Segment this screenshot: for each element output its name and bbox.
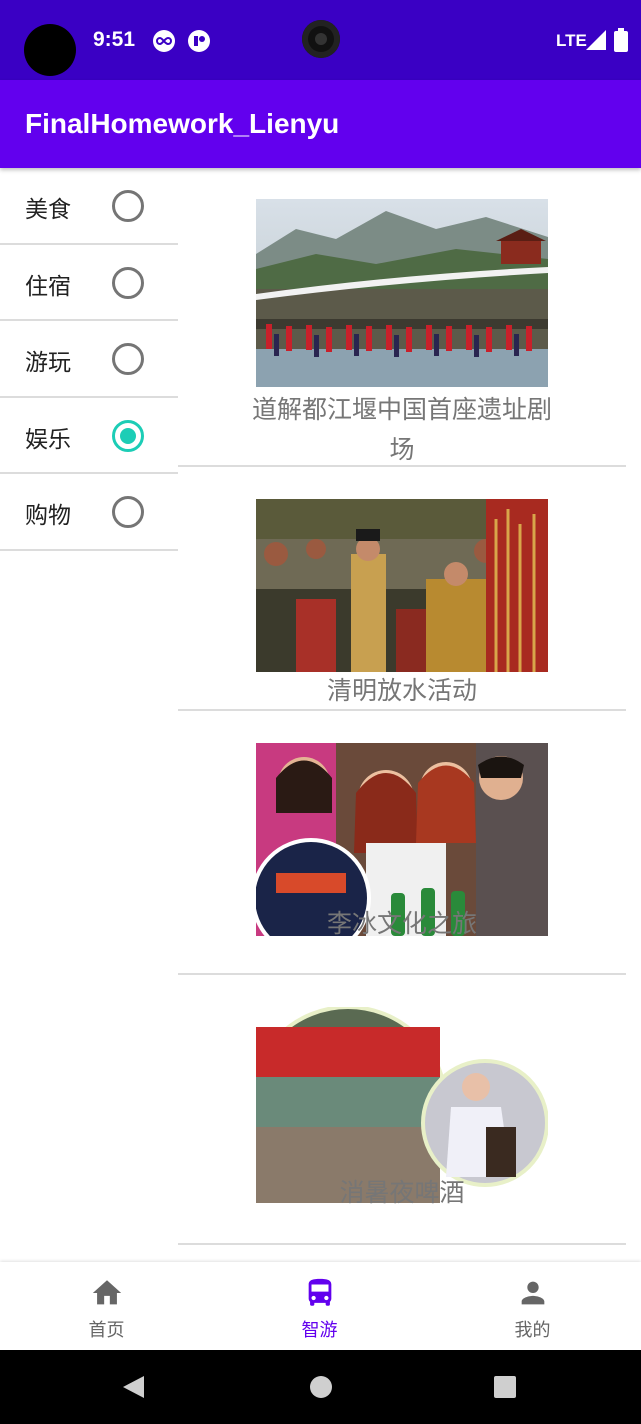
nav-home[interactable]: 首页: [0, 1262, 213, 1350]
radio-label: 美食: [25, 197, 71, 223]
item-title: 消暑夜啤酒: [339, 1178, 465, 1207]
list-item[interactable]: 消暑夜啤酒: [178, 975, 626, 1245]
category-radio-group: 美食 住宿 游玩 娱乐 购物: [0, 168, 178, 551]
item-title: 李冰文化之旅: [326, 909, 477, 938]
radio-label: 购物: [25, 503, 71, 529]
nav-profile[interactable]: 我的: [426, 1262, 639, 1350]
radio-button[interactable]: [112, 496, 144, 528]
radio-item-sightseeing[interactable]: 游玩: [0, 321, 178, 398]
ceremony-photo: [256, 499, 548, 672]
signal-icon: [586, 30, 606, 50]
radio-label: 住宿: [25, 273, 71, 300]
radio-button[interactable]: [112, 343, 144, 375]
home-button-icon[interactable]: [308, 1374, 334, 1400]
infinity-icon: [153, 30, 175, 52]
radio-item-entertainment[interactable]: 娱乐: [0, 398, 178, 474]
performance-photo: [256, 199, 548, 387]
radio-label: 娱乐: [25, 426, 71, 453]
radio-label: 游玩: [25, 350, 71, 376]
radio-item-lodging[interactable]: 住宿: [0, 245, 178, 321]
person-icon: [521, 1281, 545, 1305]
nav-label: 我的: [514, 1320, 551, 1341]
bus-icon: [308, 1278, 332, 1306]
recents-icon[interactable]: [492, 1374, 518, 1400]
camera-cutout: [24, 24, 76, 76]
radio-button[interactable]: [112, 266, 144, 299]
battery-icon: [614, 28, 628, 52]
app-badge-icon: [188, 30, 210, 52]
list-item[interactable]: 道解都江堰中国首座遗址剧场: [178, 168, 626, 467]
radio-button[interactable]: [112, 190, 144, 222]
status-time: 9:51: [93, 28, 136, 51]
list-item[interactable]: 清明放水活动: [178, 467, 626, 711]
radio-button-checked[interactable]: [112, 419, 144, 452]
nav-label: 智游: [301, 1320, 338, 1341]
item-title: 道解都江堰中国首座遗址剧场: [251, 395, 552, 464]
nav-label: 首页: [88, 1320, 125, 1341]
home-icon: [92, 1280, 122, 1305]
network-type: LTE: [556, 31, 587, 50]
app-bar: FinalHomework_Lienyu: [0, 80, 641, 168]
system-navigation-bar: [0, 1350, 641, 1424]
radio-item-food[interactable]: 美食: [0, 168, 178, 245]
front-camera: [302, 20, 340, 58]
bottom-navigation: 首页 智游 我的: [0, 1262, 641, 1350]
item-title: 清明放水活动: [326, 676, 477, 705]
back-icon[interactable]: [120, 1374, 146, 1400]
radio-item-shopping[interactable]: 购物: [0, 474, 178, 551]
nav-smart-tour[interactable]: 智游: [213, 1262, 426, 1350]
app-title: FinalHomework_Lienyu: [25, 108, 340, 139]
list-item[interactable]: 李冰文化之旅: [178, 711, 626, 975]
status-bar: 9:51 LTE: [0, 0, 641, 80]
